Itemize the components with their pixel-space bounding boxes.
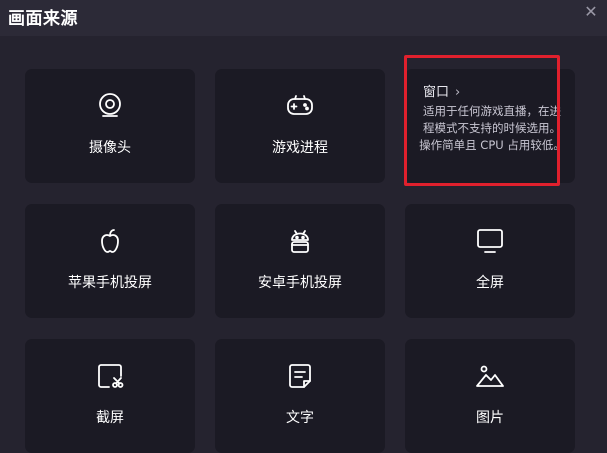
tile-label: 安卓手机投屏 xyxy=(258,275,342,291)
tile-label: 苹果手机投屏 xyxy=(68,275,152,291)
text-icon xyxy=(285,361,315,391)
source-tile-picture[interactable]: 图片 xyxy=(405,339,575,453)
source-tile-text[interactable]: 文字 xyxy=(215,339,385,453)
source-tile-iphone-mirror[interactable]: 苹果手机投屏 xyxy=(25,204,195,318)
tile-label: 全屏 xyxy=(476,275,504,291)
screenshot-icon xyxy=(95,361,125,391)
gamepad-icon xyxy=(285,91,315,121)
tile-label: 图片 xyxy=(476,410,504,426)
dialog-title: 画面来源 xyxy=(8,9,78,29)
window-tile-description: 适用于任何游戏直播，在进程模式不支持的时候选用。操作简单且 CPU 占用较低。 xyxy=(419,104,565,152)
window-tile-title: 窗口 › xyxy=(423,81,460,100)
tile-label: 摄像头 xyxy=(89,140,131,156)
tile-label: 文字 xyxy=(286,410,314,426)
window-title-text: 窗口 xyxy=(423,85,450,100)
apple-icon xyxy=(95,226,125,256)
source-tile-android-mirror[interactable]: 安卓手机投屏 xyxy=(215,204,385,318)
tile-label: 截屏 xyxy=(96,410,124,426)
chevron-right-icon: › xyxy=(455,85,461,100)
source-tile-screenshot[interactable]: 截屏 xyxy=(25,339,195,453)
close-icon[interactable]: ✕ xyxy=(583,2,599,22)
source-tile-game-process[interactable]: 游戏进程 xyxy=(215,69,385,183)
monitor-icon xyxy=(475,226,505,256)
webcam-icon xyxy=(95,91,125,121)
android-icon xyxy=(285,226,315,256)
source-tile-window[interactable]: 窗口 › 适用于任何游戏直播，在进程模式不支持的时候选用。操作简单且 CPU 占用… xyxy=(405,69,575,183)
tile-label: 游戏进程 xyxy=(272,140,328,156)
title-bar: 画面来源 ✕ xyxy=(0,0,607,36)
source-tile-webcam[interactable]: 摄像头 xyxy=(25,69,195,183)
source-tile-fullscreen[interactable]: 全屏 xyxy=(405,204,575,318)
picture-icon xyxy=(475,361,505,391)
